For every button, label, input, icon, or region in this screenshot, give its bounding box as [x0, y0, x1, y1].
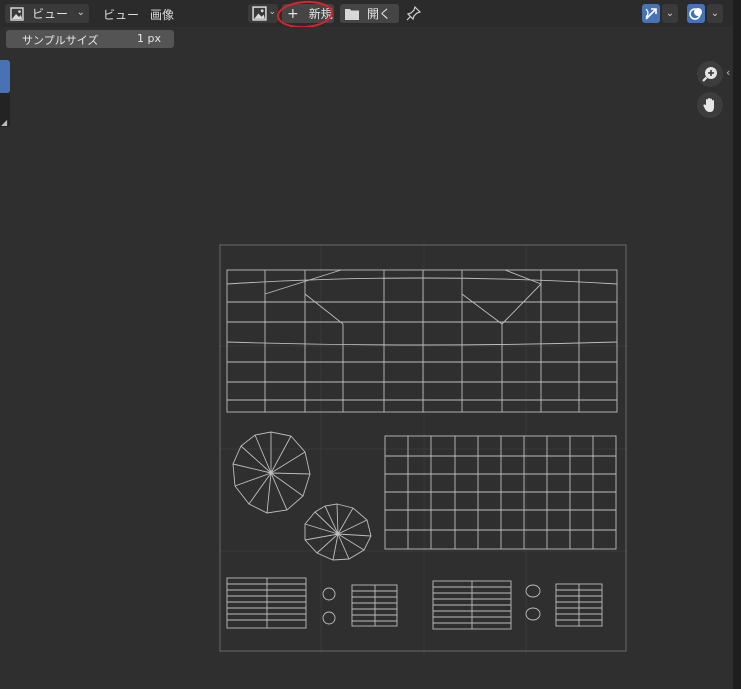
- menu-view[interactable]: ビュー: [103, 6, 139, 23]
- open-image-button[interactable]: 開く: [340, 4, 399, 23]
- chevron-left-icon[interactable]: ‹: [726, 66, 730, 79]
- new-image-button[interactable]: + 新規: [282, 4, 334, 23]
- editor-type-dropdown[interactable]: ビュー ⌄: [5, 4, 89, 23]
- gizmo-dropdown[interactable]: ⌄: [662, 4, 678, 23]
- toolbar-tab-active[interactable]: [0, 60, 10, 93]
- uv-island-strip-2: [351, 584, 398, 627]
- image-type-dropdown[interactable]: ⌄: [248, 4, 278, 23]
- hand-icon: [703, 98, 714, 112]
- image-editor-icon: [10, 6, 24, 21]
- gizmo-toggle[interactable]: [642, 4, 660, 23]
- gizmo-icon: [645, 8, 657, 20]
- menu-image[interactable]: 画像: [150, 6, 174, 23]
- uv-island-top: [226, 269, 618, 413]
- uv-island-strip-3: [432, 580, 512, 630]
- uv-island-strip-1: [226, 577, 307, 629]
- header-bar: ビュー ⌄ ビュー 画像 ⌄ + 新規 開く ⌄ ⌄: [0, 0, 741, 30]
- sample-size-label: サンプルサイズ: [22, 34, 99, 47]
- pin-icon[interactable]: [406, 5, 422, 21]
- corner-icon: ◢: [1, 118, 8, 127]
- chevron-down-icon: ⌄: [76, 7, 85, 18]
- plus-icon: +: [287, 5, 299, 22]
- uv-island-fan-small: [304, 503, 372, 561]
- sample-size-value: 1 px: [137, 32, 161, 45]
- zoom-icon: [702, 67, 717, 82]
- chevron-down-icon: ⌄: [268, 7, 276, 17]
- folder-icon: [345, 8, 359, 20]
- uv-island-strip-4: [555, 583, 603, 627]
- pan-button[interactable]: [697, 92, 723, 118]
- overlay-toggle[interactable]: [687, 4, 705, 23]
- zoom-button[interactable]: [697, 61, 723, 87]
- uv-canvas[interactable]: [219, 244, 629, 654]
- open-image-label: 開く: [367, 7, 392, 21]
- sample-size-field[interactable]: サンプルサイズ 1 px: [6, 30, 174, 48]
- new-image-label: 新規: [308, 7, 333, 21]
- overlay-dropdown[interactable]: ⌄: [707, 4, 723, 23]
- image-icon: [252, 6, 267, 21]
- uv-grid: [219, 244, 629, 654]
- right-edge-panel: [733, 0, 741, 689]
- uv-island-grid: [384, 435, 617, 550]
- overlay-icon: [689, 8, 702, 20]
- uv-island-circles-1: [322, 587, 336, 625]
- toolbar-tab[interactable]: ◢: [0, 93, 10, 127]
- uv-island-circles-2: [525, 584, 541, 621]
- uv-island-fan-large: [232, 431, 311, 514]
- editor-type-label: ビュー: [32, 7, 69, 21]
